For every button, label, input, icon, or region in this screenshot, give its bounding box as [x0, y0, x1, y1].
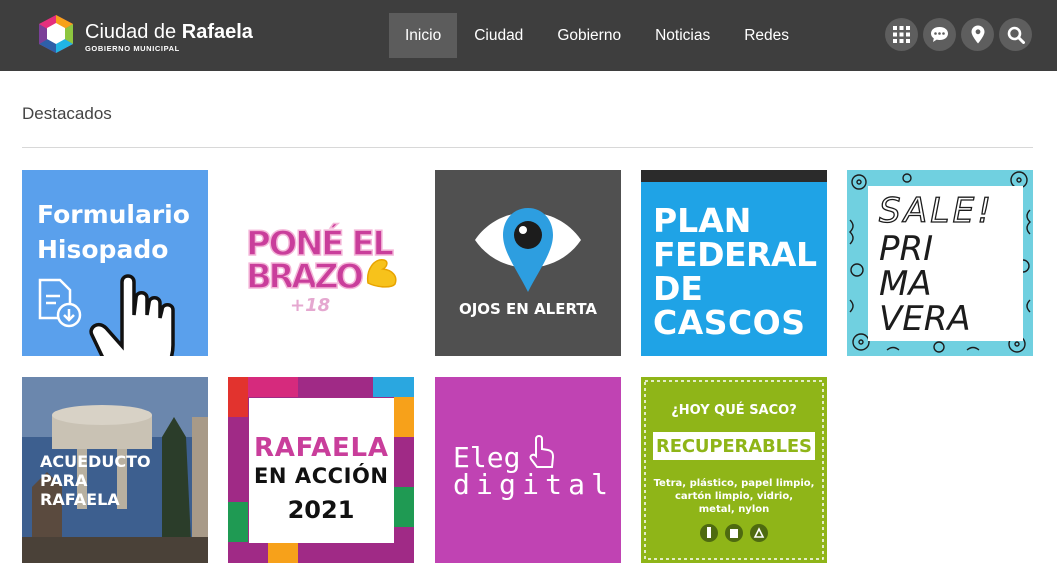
- chat-button[interactable]: [923, 18, 956, 51]
- tile-pone-el-brazo[interactable]: PONÉ EL BRAZO +18: [228, 170, 414, 356]
- tile-accion-line1: RAFAELA: [254, 433, 388, 463]
- tile-formulario-line1: Formulario: [37, 200, 190, 229]
- tile-recuperables-list1: Tetra, plástico, papel limpio,: [654, 477, 815, 489]
- tile-accion-line3: 2021: [288, 496, 355, 524]
- location-button[interactable]: [961, 18, 994, 51]
- tile-sale-line3: MA: [879, 264, 932, 304]
- grid-icon: [893, 26, 910, 43]
- top-navigation-bar: Ciudad de Rafaela GOBIERNO MUNICIPAL Ini…: [0, 0, 1057, 71]
- brand-title: Ciudad de Rafaela: [85, 21, 253, 43]
- nav-item-ciudad[interactable]: Ciudad: [457, 13, 540, 58]
- tile-recuperables-title: RECUPERABLES: [656, 436, 812, 457]
- tile-rafaela-en-accion-2021[interactable]: RAFAELA EN ACCIÓN 2021: [228, 377, 414, 563]
- tile-recuperables-list3: metal, nylon: [699, 504, 770, 515]
- main-nav: Inicio Ciudad Gobierno Noticias Redes: [389, 13, 806, 58]
- tile-sale-line4: VERA: [879, 299, 971, 339]
- nav-item-redes[interactable]: Redes: [727, 13, 806, 58]
- brand-subtitle: GOBIERNO MUNICIPAL: [85, 44, 180, 53]
- tile-recuperables-list2: cartón limpio, vidrio,: [675, 490, 793, 502]
- location-pin-icon: [971, 25, 984, 44]
- brand-name[interactable]: Ciudad de Rafaela GOBIERNO MUNICIPAL: [85, 21, 253, 53]
- tile-pone-line2: BRAZO: [246, 257, 364, 297]
- tile-ojos-label: OJOS EN ALERTA: [459, 300, 597, 318]
- tile-sale-primavera[interactable]: SALE! PRI MA VERA: [847, 170, 1033, 356]
- tile-accion-line2: EN ACCIÓN: [254, 463, 388, 488]
- recycling-icons: [700, 524, 768, 542]
- tile-acueducto-line1: ACUEDUCTO: [40, 452, 151, 471]
- tile-elegi-line2: digital: [453, 468, 608, 501]
- chat-icon: [931, 27, 948, 42]
- tile-formulario-hisopado[interactable]: Formulario Hisopado: [22, 170, 208, 356]
- tile-sale-line2: PRI: [879, 229, 933, 269]
- tile-recuperables-question: ¿HOY QUÉ SACO?: [671, 402, 797, 418]
- tile-formulario-line2: Hisopado: [37, 235, 168, 264]
- nav-item-inicio[interactable]: Inicio: [389, 13, 458, 58]
- tile-acueducto-para-rafaela[interactable]: ACUEDUCTO PARA RAFAELA: [22, 377, 208, 563]
- tile-acueducto-line3: RAFAELA: [40, 490, 120, 509]
- tile-pone-age: +18: [290, 295, 330, 316]
- city-logo-icon[interactable]: [36, 14, 76, 54]
- search-icon: [1007, 26, 1025, 44]
- nav-item-noticias[interactable]: Noticias: [638, 13, 727, 58]
- apps-button[interactable]: [885, 18, 918, 51]
- header-icon-group: [885, 18, 1032, 51]
- nav-item-gobierno[interactable]: Gobierno: [540, 13, 638, 58]
- tile-recuperables[interactable]: ¿HOY QUÉ SACO? RECUPERABLES Tetra, plást…: [641, 377, 827, 563]
- tile-plan-federal-de-cascos[interactable]: PLAN FEDERAL DE CASCOS: [641, 170, 827, 356]
- section-divider: [22, 147, 1033, 148]
- tile-plan-line4: CASCOS: [653, 303, 805, 342]
- tile-acueducto-line2: PARA: [40, 471, 88, 490]
- search-button[interactable]: [999, 18, 1032, 51]
- section-title: Destacados: [22, 104, 112, 123]
- tile-elegi-digital[interactable]: Eleg digital: [435, 377, 621, 563]
- tile-ojos-en-alerta[interactable]: OJOS EN ALERTA: [435, 170, 621, 356]
